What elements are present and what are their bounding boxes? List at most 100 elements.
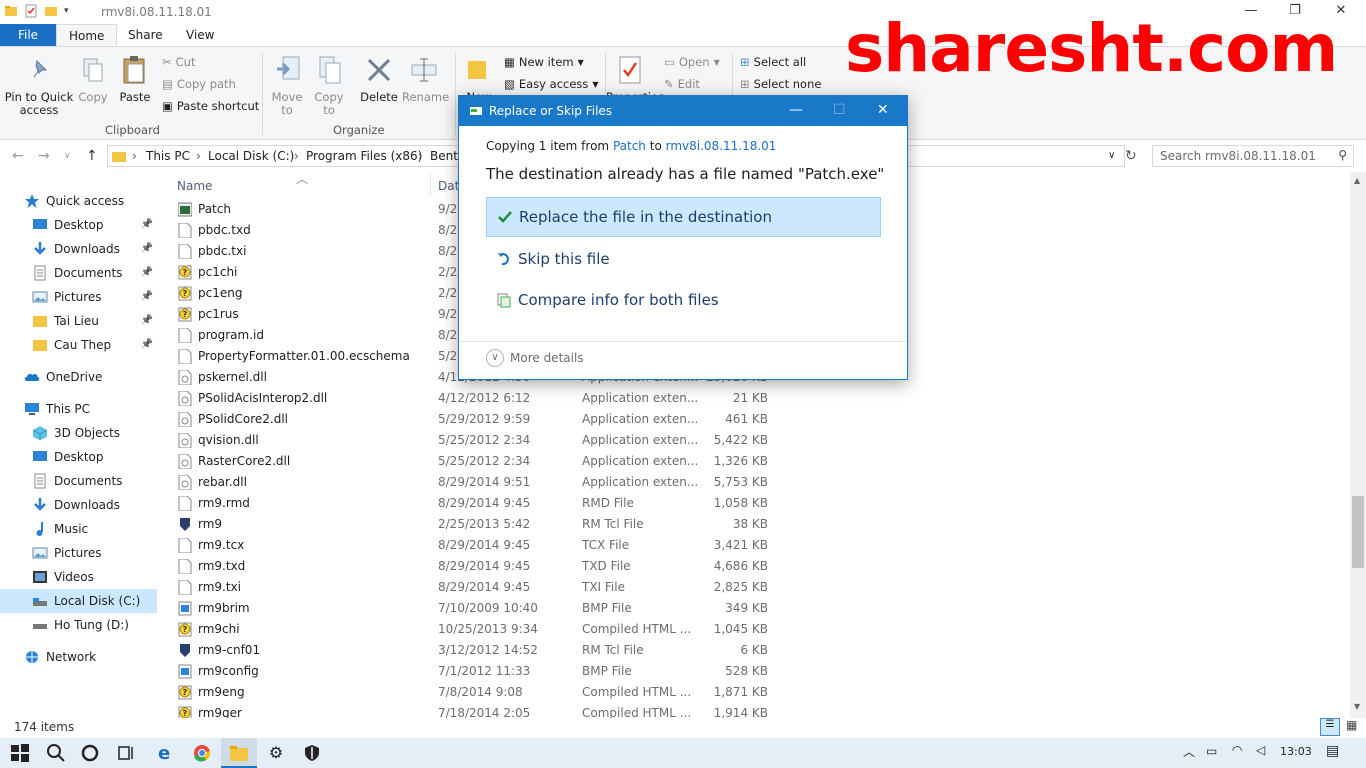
details-view-icon[interactable]: ☰ [1320,718,1340,736]
edit-button[interactable]: ✎ Edit [664,77,700,91]
tab-share[interactable]: Share [116,24,175,46]
paste-shortcut-button[interactable]: ▣ Paste shortcut [162,99,259,113]
nav-quick-tai-lieu[interactable]: Tai Lieu 📌 [0,309,157,333]
file-row[interactable]: rm9.tcx 8/29/2014 9:45 TCX File 3,421 KB [174,535,794,556]
pin-icon[interactable]: 📌 [141,339,153,350]
search-input[interactable]: Search rmv8i.08.11.18.01 ⚲ [1152,145,1354,167]
nav-quick-documents[interactable]: Documents 📌 [0,261,157,285]
nav-network[interactable]: Network [0,645,157,669]
delete-button[interactable]: Delete [360,91,398,104]
compare-files-option[interactable]: Compare info for both files [486,280,881,320]
edge-icon[interactable]: e [156,743,176,763]
file-row[interactable]: rm9.rmd 8/29/2014 9:45 RMD File 1,058 KB [174,493,794,514]
dialog-close-button[interactable]: ✕ [877,102,889,118]
open-button[interactable]: ▭ Open ▼ [664,55,720,69]
source-link[interactable]: Patch [613,139,646,153]
destination-link[interactable]: rmv8i.08.11.18.01 [666,139,777,153]
chrome-icon[interactable] [192,743,212,763]
nav-pc-3d-objects[interactable]: 3D Objects [0,421,157,445]
file-row[interactable]: qvision.dll 5/25/2012 2:34 Application ext… [174,430,794,451]
file-row[interactable]: PSolidCore2.dll 5/29/2012 9:59 Application… [174,409,794,430]
tab-home[interactable]: Home [56,24,118,47]
pin-icon[interactable]: 📌 [141,291,153,302]
select-all-button[interactable]: ⊞ Select all [740,55,806,69]
properties-icon[interactable] [24,4,38,18]
nav-pc-local-disk-c-[interactable]: Local Disk (C:) [0,589,157,613]
nav-pc-downloads[interactable]: Downloads [0,493,157,517]
paste-button[interactable]: Paste [118,91,152,104]
cortana-icon[interactable] [80,743,100,763]
nav-quick-access[interactable]: Quick access [0,189,157,213]
file-row[interactable]: ? rm9eng 7/8/2014 9:08 Compiled HTML ... 1,8… [174,682,794,703]
recent-locations-icon[interactable]: ∨ [64,151,71,161]
replace-file-option[interactable]: Replace the file in the destination [486,197,881,237]
scroll-down-icon[interactable]: ▼ [1354,702,1360,711]
easy-access-button[interactable]: ▧ Easy access ▼ [504,77,599,91]
cut-button[interactable]: ✂ Cut [162,55,195,69]
breadcrumb-program-files[interactable]: Program Files (x86) [306,149,422,163]
nav-pc-videos[interactable]: Videos [0,565,157,589]
file-explorer-taskbar-button[interactable] [221,738,257,768]
wifi-icon[interactable]: ◠ [1232,743,1242,757]
move-to-button[interactable]: Move to [270,91,304,117]
nav-quick-downloads[interactable]: Downloads 📌 [0,237,157,261]
nav-this-pc[interactable]: This PC [0,397,157,421]
tab-view[interactable]: View [174,24,226,46]
breadcrumb-local-disk[interactable]: Local Disk (C:) [208,149,294,163]
copy-button[interactable]: Copy [76,91,110,104]
nav-pc-pictures[interactable]: Pictures [0,541,157,565]
new-folder-icon[interactable] [44,4,58,18]
select-none-button[interactable]: ⊞ Select none [740,77,821,91]
address-dropdown-icon[interactable]: ∨ [1108,150,1115,161]
file-row[interactable]: rm9brim 7/10/2009 10:40 BMP File 349 KB [174,598,794,619]
battery-icon[interactable]: ▭ [1206,744,1217,758]
skip-file-option[interactable]: Skip this file [486,239,881,279]
action-center-icon[interactable]: ▤ [1326,743,1339,759]
dialog-minimize-button[interactable]: — [789,102,803,118]
pin-to-quick-access-button[interactable]: Pin to Quick access [4,91,74,117]
file-row[interactable]: rm9-cnf01 3/12/2012 14:52 RM Tcl File 6 KB [174,640,794,661]
windows-start-icon[interactable] [10,743,30,763]
file-row[interactable]: rm9config 7/1/2012 11:33 BMP File 528 KB [174,661,794,682]
settings-gear-icon[interactable]: ⚙ [266,743,286,763]
tab-file[interactable]: File [0,24,56,46]
clock[interactable]: 13:03 [1280,745,1312,758]
nav-quick-cau-thep[interactable]: Cau Thep 📌 [0,333,157,357]
file-row[interactable]: ? rm9chi 10/25/2013 9:34 Compiled HTML ... 1… [174,619,794,640]
pin-icon[interactable]: 📌 [141,267,153,278]
nav-onedrive[interactable]: OneDrive [0,365,157,389]
tray-chevron-up-icon[interactable]: ︿ [1183,743,1195,760]
nav-pc-music[interactable]: Music [0,517,157,541]
forward-arrow-icon[interactable]: → [38,148,50,164]
nav-pc-ho-tung-d-[interactable]: Ho Tung (D:) [0,613,157,637]
file-row[interactable]: ? rm9ger 7/18/2014 2:05 Compiled HTML ... 1,… [174,703,794,718]
column-header-name[interactable]: Name [177,179,212,193]
more-details-toggle[interactable]: ∨ More details [486,349,584,367]
file-row[interactable]: RasterCore2.dll 5/25/2012 2:34 Application… [174,451,794,472]
copy-path-button[interactable]: ▤ Copy path [162,77,236,91]
back-arrow-icon[interactable]: ← [12,148,24,164]
file-row[interactable]: rebar.dll 8/29/2014 9:51 Application exten… [174,472,794,493]
refresh-icon[interactable]: ↻ [1125,148,1137,164]
copy-to-button[interactable]: Copy to [312,91,346,117]
customize-toolbar-icon[interactable]: ▾ [64,6,69,16]
scrollbar-thumb[interactable] [1352,496,1364,568]
pin-icon[interactable]: 📌 [141,219,153,230]
nav-pc-documents[interactable]: Documents [0,469,157,493]
search-icon[interactable] [46,743,66,763]
new-item-button[interactable]: ▦ New item ▼ [504,55,584,69]
file-row[interactable]: rm9.txi 8/29/2014 9:45 TXI File 2,825 KB [174,577,794,598]
nav-pc-desktop[interactable]: Desktop [0,445,157,469]
security-shield-icon[interactable] [302,743,322,763]
nav-quick-desktop[interactable]: Desktop 📌 [0,213,157,237]
file-row[interactable]: PSolidAcisInterop2.dll 4/12/2012 6:12 Appl… [174,388,794,409]
rename-button[interactable]: Rename [402,91,449,104]
breadcrumb-this-pc[interactable]: This PC [146,149,190,163]
up-arrow-icon[interactable]: ↑ [86,148,98,164]
large-icons-view-icon[interactable]: ▦ [1346,718,1357,732]
vertical-scrollbar[interactable]: ▲ ▼ [1350,172,1366,718]
pin-icon[interactable]: 📌 [141,243,153,254]
volume-icon[interactable]: ◁ [1256,743,1265,757]
scroll-up-icon[interactable]: ▲ [1354,176,1360,185]
task-view-icon[interactable] [116,743,136,763]
